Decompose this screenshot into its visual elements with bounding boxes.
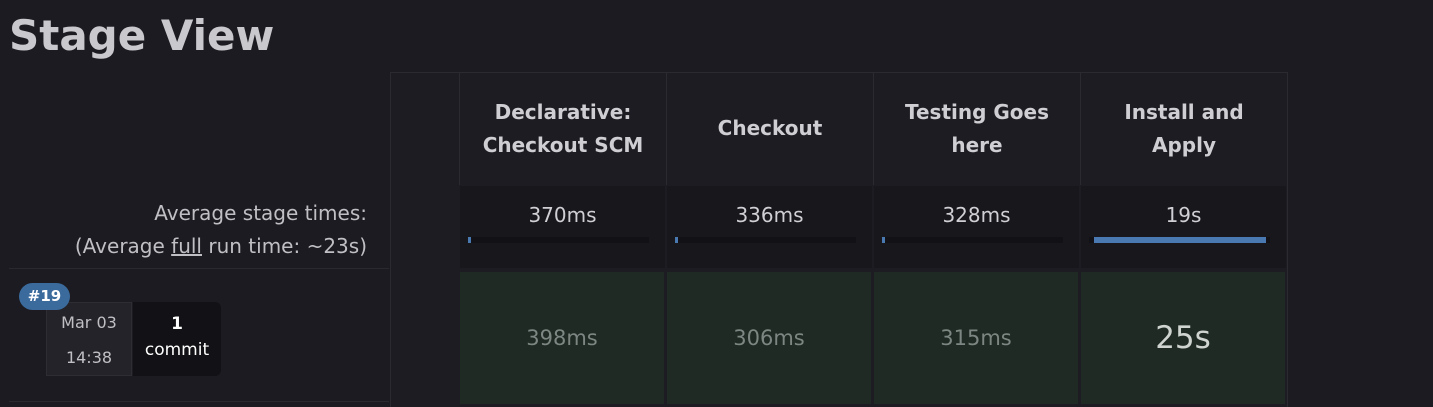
avg-full-suffix: run time: ~23s) [202, 234, 367, 258]
row-divider-bottom [9, 401, 389, 402]
stage-header-checkout[interactable]: Checkout [666, 72, 873, 185]
commit-label: commit [144, 340, 210, 360]
stage-run-cell[interactable]: 398ms [460, 272, 664, 404]
stage-average-bar [468, 237, 649, 243]
row-divider [9, 268, 389, 269]
stage-average-time: 328ms [942, 203, 1011, 227]
avg-full-prefix: (Average [74, 234, 172, 258]
build-date: Mar 03 [61, 313, 117, 332]
stage-average-cell: 336ms [667, 186, 872, 268]
stage-average-cell: 19s [1081, 186, 1286, 268]
stage-header-line: Testing Goes [904, 99, 1049, 124]
stage-header-line: Apply [1151, 132, 1216, 157]
average-times-labels: Average stage times: (Average full run t… [0, 197, 367, 263]
full-run-link[interactable]: full [171, 234, 202, 258]
stage-average-bar-fill [1094, 237, 1266, 243]
stage-average-bar-fill [468, 237, 471, 243]
stage-header-line: Declarative: [494, 99, 632, 124]
stage-average-bar [1089, 237, 1270, 243]
average-stage-times-label: Average stage times: [154, 201, 367, 225]
stage-average-time: 19s [1165, 203, 1202, 227]
stage-header-line: Install and [1124, 99, 1244, 124]
stage-run-cell[interactable]: 306ms [667, 272, 871, 404]
build-time: 14:38 [65, 348, 113, 367]
stage-view-page: Stage View Average stage times: (Average… [0, 0, 1433, 407]
stage-run-cell[interactable]: 315ms [874, 272, 1078, 404]
stage-average-bar [882, 237, 1063, 243]
stage-run-cell[interactable]: 25s [1081, 272, 1285, 404]
build-date-box: Mar 03 14:38 [46, 302, 132, 376]
build-number-badge[interactable]: #19 [19, 283, 70, 310]
stage-average-cell: 370ms [460, 186, 665, 268]
average-full-run-time: (Average full run time: ~23s) [0, 230, 367, 263]
stage-average-time: 370ms [528, 203, 597, 227]
stage-header-line: Checkout [717, 116, 823, 140]
stage-header-line: here [951, 132, 1003, 157]
stage-average-bar-fill [882, 237, 885, 243]
commit-count: 1 [171, 314, 183, 334]
stage-average-bar [675, 237, 856, 243]
stage-header-install-and-apply[interactable]: Install and Apply [1080, 72, 1287, 185]
stage-average-cell: 328ms [874, 186, 1079, 268]
page-title: Stage View [9, 11, 275, 60]
stage-header-line: Checkout SCM [482, 132, 644, 157]
changeset-box[interactable]: 1 commit [133, 302, 221, 376]
stage-header-declarative-checkout-scm[interactable]: Declarative: Checkout SCM [459, 72, 666, 185]
stage-average-time: 336ms [735, 203, 804, 227]
stage-header-testing-goes-here[interactable]: Testing Goes here [873, 72, 1080, 185]
stage-average-bar-fill [675, 237, 678, 243]
